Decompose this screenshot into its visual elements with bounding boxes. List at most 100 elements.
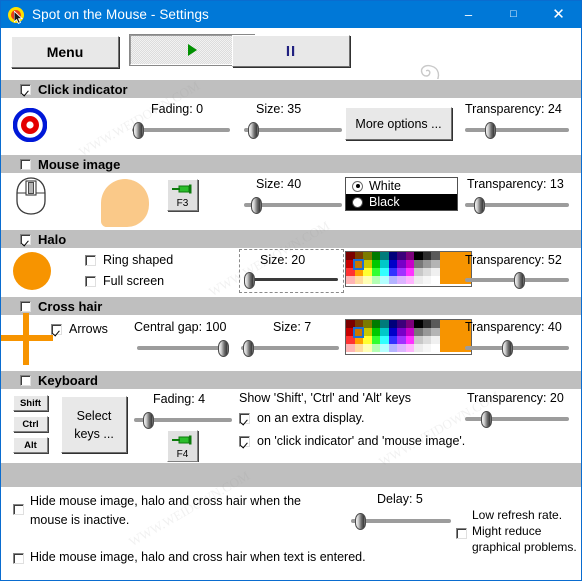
click-indicator-preview-icon <box>13 108 47 147</box>
pause-icon: II <box>286 43 296 60</box>
low-refresh-checkbox[interactable] <box>456 528 467 539</box>
ring-shaped-checkbox[interactable] <box>85 255 96 266</box>
footer-divider <box>1 462 581 487</box>
section-body-cross-hair: Arrows Central gap: 100 Size: 7 Transpar… <box>1 315 581 366</box>
mouse-image-checkbox[interactable] <box>20 159 31 170</box>
more-options-button[interactable]: More options ... <box>345 107 452 140</box>
section-header-click-indicator[interactable]: Click indicator <box>1 79 581 98</box>
halo-checkbox[interactable] <box>20 234 31 245</box>
delay-slider[interactable] <box>351 511 451 531</box>
cross-hair-size-label: Size: 7 <box>273 320 311 334</box>
halo-size-slider[interactable] <box>246 270 338 290</box>
settings-window: Spot on the Mouse - Settings – □ ✕ Menu … <box>0 0 582 581</box>
cross-hair-arrows-row[interactable]: Arrows <box>51 322 108 336</box>
mouse-color-listbox[interactable]: White Black <box>345 177 458 211</box>
black-radio[interactable] <box>352 197 363 208</box>
keyboard-transparency-label: Transparency: 20 <box>467 391 564 405</box>
cross-hair-preview-icon <box>1 313 53 370</box>
keycap-ctrl: Ctrl <box>13 416 48 432</box>
section-header-halo[interactable]: Halo <box>1 229 581 248</box>
halo-preview-icon <box>13 252 51 290</box>
cross-hair-title: Cross hair <box>38 299 102 314</box>
click-size-slider[interactable] <box>244 120 342 140</box>
title-bar: Spot on the Mouse - Settings – □ ✕ <box>1 1 581 28</box>
extra-display-label: on an extra display. <box>257 411 364 425</box>
section-body-mouse-image: F3 Size: 40 White Black Transparency: 13 <box>1 173 581 229</box>
click-transparency-label: Transparency: 24 <box>465 102 562 116</box>
footer-body: Hide mouse image, halo and cross hair wh… <box>1 487 581 580</box>
mouse-transparency-label: Transparency: 13 <box>467 177 564 191</box>
listbox-option-white[interactable]: White <box>346 178 457 194</box>
on-click-indicator-row[interactable]: on 'click indicator' and 'mouse image'. <box>239 434 465 448</box>
halo-palette-grid[interactable] <box>346 252 440 286</box>
mouse-transparency-slider[interactable] <box>465 195 569 215</box>
pause-button[interactable]: II <box>232 35 350 67</box>
mouse-image-hotkey-label: F3 <box>168 198 197 209</box>
extra-display-checkbox[interactable] <box>239 413 250 424</box>
hide-text-checkbox[interactable] <box>13 553 24 564</box>
window-title: Spot on the Mouse - Settings <box>32 7 209 22</box>
cross-hair-checkbox[interactable] <box>20 301 31 312</box>
click-fading-slider[interactable] <box>132 120 230 140</box>
click-transparency-slider[interactable] <box>465 120 569 140</box>
keyboard-transparency-slider[interactable] <box>465 409 569 429</box>
cross-hair-transparency-slider[interactable] <box>465 338 569 358</box>
keyboard-checkbox[interactable] <box>20 375 31 386</box>
on-click-indicator-label: on 'click indicator' and 'mouse image'. <box>257 434 465 448</box>
listbox-option-black[interactable]: Black <box>346 194 457 210</box>
mouse-image-title: Mouse image <box>38 157 120 172</box>
halo-full-screen-row[interactable]: Full screen <box>85 274 164 288</box>
select-keys-button[interactable]: Select keys ... <box>61 396 127 453</box>
mouse-image-hotkey-button[interactable]: F3 <box>167 179 198 211</box>
keyboard-fading-label: Fading: 4 <box>153 392 205 406</box>
white-radio[interactable] <box>352 181 363 192</box>
click-indicator-checkbox[interactable] <box>20 84 31 95</box>
hide-inactive-checkbox[interactable] <box>13 504 24 515</box>
maximize-button[interactable]: □ <box>491 1 536 28</box>
cross-hair-size-slider[interactable] <box>241 338 339 358</box>
arrows-label: Arrows <box>69 322 108 336</box>
select-keys-line2: keys ... <box>74 425 114 443</box>
keyboard-title: Keyboard <box>38 373 98 388</box>
toolbar: Menu II <box>1 28 581 79</box>
keyboard-hotkey-button[interactable]: F4 <box>167 430 198 462</box>
mouse-image-preview-icon <box>15 177 47 220</box>
click-size-label: Size: 35 <box>256 102 301 116</box>
window-controls: – □ ✕ <box>446 1 581 28</box>
extra-display-row[interactable]: on an extra display. <box>239 411 364 425</box>
hide-inactive-line2: mouse is inactive. <box>30 513 129 527</box>
section-header-keyboard[interactable]: Keyboard <box>1 370 581 389</box>
hide-text-label: Hide mouse image, halo and cross hair wh… <box>30 550 366 564</box>
section-header-cross-hair[interactable]: Cross hair <box>1 296 581 315</box>
arrows-checkbox[interactable] <box>51 324 62 335</box>
central-gap-slider[interactable] <box>137 338 229 358</box>
full-screen-checkbox[interactable] <box>85 276 96 287</box>
keycap-alt: Alt <box>13 437 48 453</box>
section-body-click-indicator: Fading: 0 Size: 35 More options ... Tran… <box>1 98 581 154</box>
hide-inactive-line1: Hide mouse image, halo and cross hair wh… <box>30 494 301 508</box>
central-gap-label: Central gap: 100 <box>134 320 226 334</box>
on-click-indicator-checkbox[interactable] <box>239 436 250 447</box>
show-keys-label: Show 'Shift', 'Ctrl' and 'Alt' keys <box>239 391 411 405</box>
minimize-button[interactable]: – <box>446 1 491 28</box>
halo-transparency-slider[interactable] <box>465 270 569 290</box>
close-button[interactable]: ✕ <box>536 1 581 28</box>
keyboard-fading-slider[interactable] <box>134 410 232 430</box>
keycap-shift: Shift <box>13 395 48 411</box>
app-icon <box>8 7 24 23</box>
section-header-mouse-image[interactable]: Mouse image <box>1 154 581 173</box>
cross-hair-transparency-label: Transparency: 40 <box>465 320 562 334</box>
halo-ring-shaped-row[interactable]: Ring shaped <box>85 253 173 267</box>
click-fading-label: Fading: 0 <box>151 102 203 116</box>
halo-transparency-label: Transparency: 52 <box>465 253 562 267</box>
mouse-size-slider[interactable] <box>244 195 342 215</box>
mouse-image-blob <box>101 179 149 227</box>
halo-title: Halo <box>38 232 66 247</box>
menu-button[interactable]: Menu <box>11 36 119 68</box>
low-refresh-line3: graphical problems. <box>472 540 577 554</box>
cross-hair-palette-grid[interactable] <box>346 320 440 354</box>
cross-hair-color-palette[interactable] <box>345 319 472 355</box>
mouse-size-label: Size: 40 <box>256 177 301 191</box>
halo-color-palette[interactable] <box>345 251 472 287</box>
click-indicator-title: Click indicator <box>38 82 128 97</box>
